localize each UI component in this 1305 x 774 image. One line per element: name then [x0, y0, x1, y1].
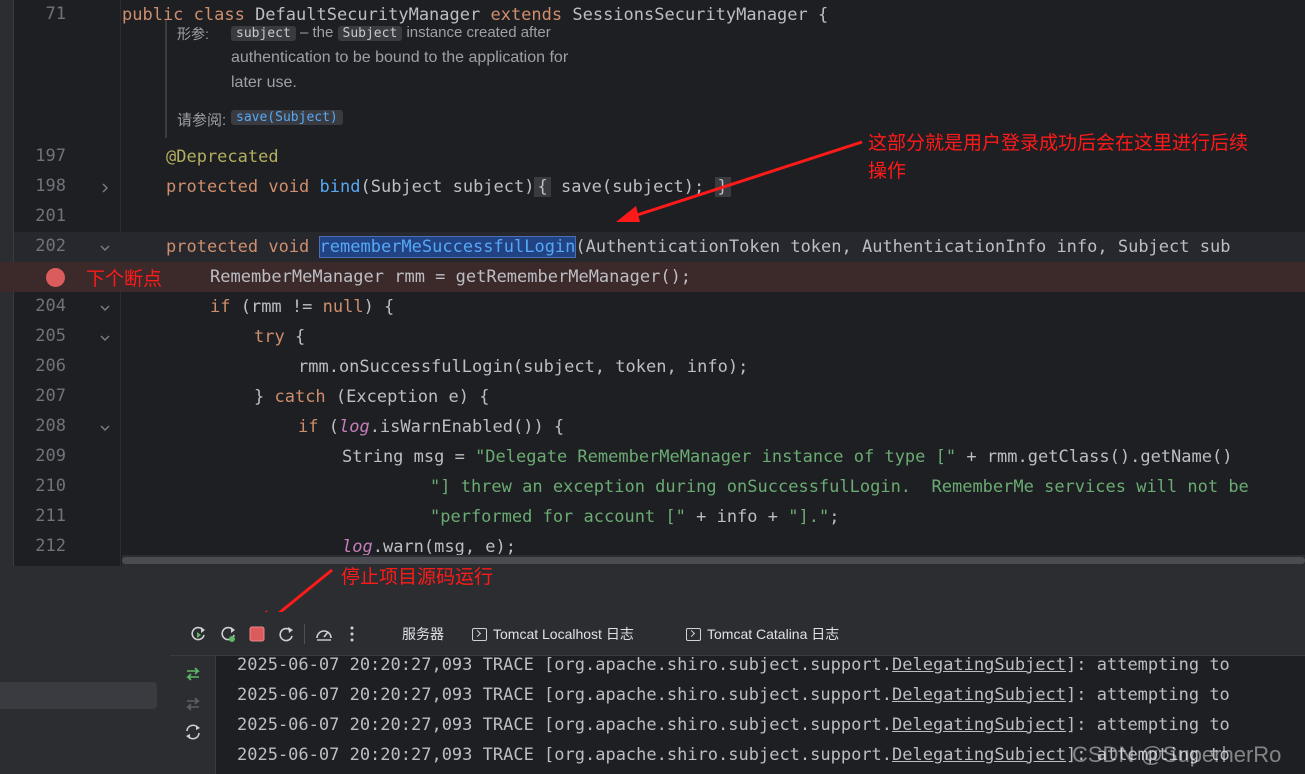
fold-collapse-icon[interactable]: [98, 420, 112, 434]
log-line: 2025-06-07 20:20:27,093 TRACE [org.apach…: [237, 655, 1230, 675]
line-number: 207: [35, 386, 66, 406]
log-line: 2025-06-07 20:20:27,093 TRACE [org.apach…: [237, 715, 1230, 735]
javadoc-render: 形参: subject – the Subject instance creat…: [165, 20, 605, 138]
line-number: 208: [35, 416, 66, 436]
doc-param-line: subject – the Subject instance created a…: [231, 24, 551, 41]
log-line: 2025-06-07 20:20:27,093 TRACE [org.apach…: [237, 685, 1230, 705]
code-line-211: "performed for account [" + info + "].";: [430, 507, 840, 527]
line-number: 197: [35, 146, 66, 166]
line-number: 212: [35, 536, 66, 556]
code-line-202: protected void rememberMeSuccessfulLogin…: [166, 236, 1231, 258]
fold-collapse-icon[interactable]: [98, 240, 112, 254]
code-editor[interactable]: 71 public class DefaultSecurityManager e…: [0, 0, 1305, 566]
line-number: 202: [35, 236, 66, 256]
line-number: 205: [35, 326, 66, 346]
breakpoint-icon[interactable]: [46, 268, 65, 287]
panel-top-band: [0, 566, 1305, 612]
code-line-208: if (log.isWarnEnabled()) {: [298, 417, 565, 437]
services-tree: [0, 612, 170, 774]
doc-see-label: 请参阅:: [177, 112, 227, 129]
tree-selected-row[interactable]: [0, 682, 157, 709]
fold-collapse-icon[interactable]: [98, 330, 112, 344]
stop-icon[interactable]: [247, 624, 267, 644]
soft-wrap-icon[interactable]: [183, 664, 203, 684]
rerun-debug-icon[interactable]: [218, 624, 238, 644]
annotation-arrow-icon: [616, 140, 863, 222]
tab-tomcat-catalina-log[interactable]: Tomcat Catalina 日志: [686, 624, 839, 644]
dashboard-icon[interactable]: [314, 624, 334, 644]
line-number: 204: [35, 296, 66, 316]
line-number: 210: [35, 476, 66, 496]
toolbar-divider: [304, 624, 305, 644]
line-number: 198: [35, 176, 66, 196]
line-number: 71: [45, 4, 66, 24]
code-line-205: try {: [254, 327, 306, 347]
fold-expand-icon[interactable]: [98, 180, 112, 194]
sync-icon[interactable]: [183, 722, 203, 742]
tab-services[interactable]: 服务器: [402, 624, 444, 644]
console-side-toolbar: [170, 656, 216, 774]
stop-annotation: 停止项目源码运行: [341, 566, 494, 588]
scrollbar-thumb[interactable]: [122, 557, 1305, 564]
doc-param-text: authentication to be bound to the applic…: [231, 49, 569, 66]
code-line-206: rmm.onSuccessfulLogin(subject, token, in…: [298, 357, 749, 377]
doc-param-text: later use.: [231, 74, 297, 91]
code-line-204: if (rmm != null) {: [210, 297, 395, 317]
line-number: 209: [35, 446, 66, 466]
doc-see-link[interactable]: save(Subject): [231, 108, 343, 126]
refresh-icon[interactable]: [276, 624, 296, 644]
top-annotation-line1: 这部分就是用户登录成功后会在这里进行后续: [868, 132, 1249, 154]
breakpoint-annotation: 下个断点: [86, 268, 163, 290]
watermark: CSDN @SuperherRo: [1072, 742, 1282, 767]
fold-collapse-icon[interactable]: [98, 300, 112, 314]
scroll-to-end-icon[interactable]: [183, 694, 203, 714]
code-line-197: @Deprecated: [166, 147, 279, 167]
code-line-203: RememberMeManager rmm = getRememberMeMan…: [210, 267, 692, 287]
code-line-207: } catch (Exception e) {: [254, 387, 490, 407]
code-line-209: String msg = "Delegate RememberMeManager…: [342, 447, 1233, 467]
code-line-210: "] threw an exception during onSuccessfu…: [430, 477, 1249, 497]
rerun-icon[interactable]: [188, 624, 208, 644]
line-number: 206: [35, 356, 66, 376]
doc-param-label: 形参:: [177, 26, 209, 42]
more-options-icon[interactable]: [342, 624, 362, 644]
terminal-icon: [686, 628, 701, 641]
selected-method-name[interactable]: rememberMeSuccessfulLogin: [318, 236, 577, 258]
horizontal-scrollbar[interactable]: [122, 555, 1305, 566]
terminal-icon: [472, 628, 487, 641]
line-number: 201: [35, 206, 66, 226]
tab-tomcat-localhost-log[interactable]: Tomcat Localhost 日志: [472, 624, 634, 644]
line-number: 211: [35, 506, 66, 526]
